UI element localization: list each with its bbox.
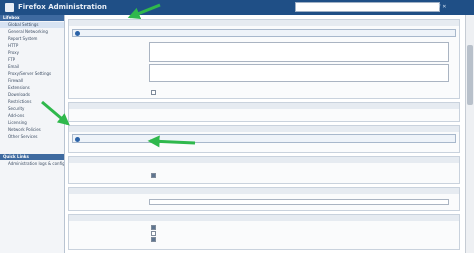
arrow-icon	[41, 3, 196, 148]
